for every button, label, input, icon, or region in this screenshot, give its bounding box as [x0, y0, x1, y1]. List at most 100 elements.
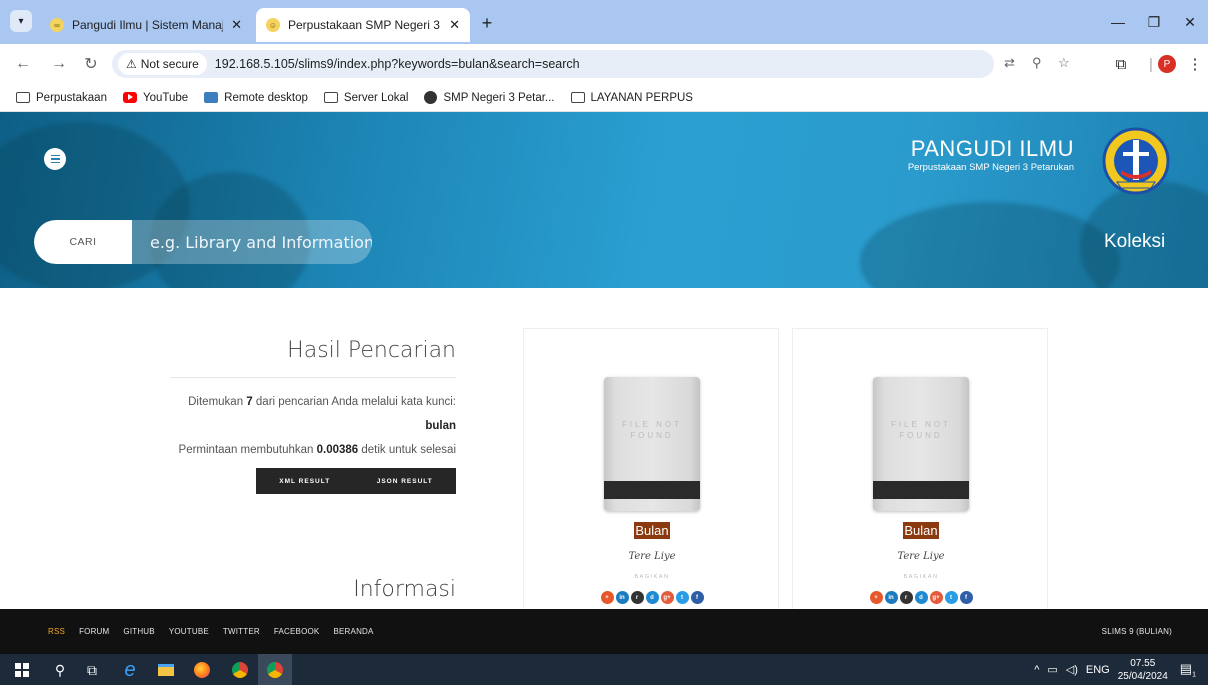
- remote-desktop-icon: [204, 92, 219, 103]
- network-icon[interactable]: ▭: [1047, 663, 1057, 676]
- browser-toolbar: ← → ↻ ⚠ Not secure 192.168.5.105/slims9/…: [0, 44, 1208, 84]
- json-result-button[interactable]: JSON RESULT: [377, 478, 433, 485]
- browser-tab-2[interactable]: ☺ Perpustakaan SMP Negeri 3 Pe ✕: [256, 8, 470, 42]
- facebook-icon[interactable]: f: [690, 591, 704, 604]
- profile-avatar[interactable]: P: [1158, 55, 1176, 73]
- search-icon[interactable]: ⚲: [48, 658, 72, 682]
- reload-icon[interactable]: ↻: [80, 53, 102, 75]
- bookmark-layanan-perpus[interactable]: LAYANAN PERPUS: [570, 92, 693, 104]
- task-view-icon[interactable]: ⧉: [80, 658, 104, 682]
- folder-icon: [570, 92, 585, 103]
- tab-title: Pangudi Ilmu | Sistem Manajen: [72, 18, 224, 32]
- footer-link-youtube[interactable]: YOUTUBE: [169, 627, 209, 636]
- tab-search-button[interactable]: ▾: [10, 10, 32, 32]
- book-cover[interactable]: FILE NOT FOUND: [873, 377, 969, 511]
- footer-link-forum[interactable]: FORUM: [79, 627, 109, 636]
- kebab-menu-icon[interactable]: ⋮: [1184, 53, 1206, 75]
- language-indicator[interactable]: ENG: [1086, 664, 1110, 676]
- bookmark-star-icon[interactable]: ☆: [1058, 55, 1070, 71]
- reddit-icon[interactable]: r: [630, 591, 644, 604]
- linkedin-icon[interactable]: in: [884, 591, 898, 604]
- warning-icon: ⚠: [126, 57, 137, 71]
- chevron-up-icon[interactable]: ^: [1034, 664, 1039, 676]
- footer-link-twitter[interactable]: TWITTER: [223, 627, 260, 636]
- address-bar[interactable]: ⚠ Not secure 192.168.5.105/slims9/index.…: [112, 50, 1070, 78]
- linkedin-icon[interactable]: in: [615, 591, 629, 604]
- site-favicon-icon: ∞: [50, 18, 64, 32]
- book-title[interactable]: Bulan: [903, 522, 939, 539]
- folder-icon: [16, 92, 30, 103]
- query-time-text: Permintaan membutuhkan 0.00386 detik unt…: [178, 444, 456, 456]
- restore-icon[interactable]: ❐: [1142, 10, 1166, 34]
- library-title[interactable]: PANGUDI ILMU: [911, 136, 1074, 162]
- volume-icon[interactable]: ◁): [1066, 663, 1078, 676]
- twitter-icon[interactable]: t: [675, 591, 689, 604]
- book-author[interactable]: Tere Liye: [793, 551, 1049, 562]
- book-card[interactable]: FILE NOT FOUND Bulan Tere Liye BAGIKAN + …: [792, 328, 1048, 618]
- bookmark-perpustakaan[interactable]: Perpustakaan: [16, 92, 107, 104]
- zoom-icon[interactable]: ⚲: [1032, 55, 1042, 71]
- slims-version: SLIMS 9 (BULIAN): [1101, 627, 1172, 636]
- security-chip[interactable]: ⚠ Not secure: [118, 53, 207, 75]
- clock[interactable]: 07.55 25/04/2024: [1118, 657, 1168, 683]
- xml-result-button[interactable]: XML RESULT: [279, 478, 330, 485]
- search-input[interactable]: [132, 220, 372, 264]
- chevron-down-icon: ▾: [18, 15, 24, 27]
- internet-explorer-icon[interactable]: e: [118, 658, 142, 682]
- menu-button[interactable]: [44, 148, 66, 170]
- collection-link[interactable]: Koleksi: [1104, 231, 1165, 253]
- google-plus-icon[interactable]: g+: [660, 591, 674, 604]
- search-label: CARI: [34, 220, 132, 264]
- query-time-value: 0.00386: [316, 444, 359, 456]
- security-label: Not secure: [140, 57, 199, 71]
- chrome-icon[interactable]: [228, 658, 252, 682]
- url-text[interactable]: 192.168.5.105/slims9/index.php?keywords=…: [215, 57, 580, 71]
- footer-link-github[interactable]: GITHUB: [123, 627, 154, 636]
- close-tab-icon[interactable]: ✕: [231, 17, 242, 33]
- browser-tab-1[interactable]: ∞ Pangudi Ilmu | Sistem Manajen ✕: [40, 8, 252, 42]
- book-cover[interactable]: FILE NOT FOUND: [604, 377, 700, 511]
- tab-title: Perpustakaan SMP Negeri 3 Pe: [288, 18, 442, 32]
- book-card[interactable]: FILE NOT FOUND Bulan Tere Liye BAGIKAN + …: [523, 328, 779, 618]
- globe-icon: [424, 91, 438, 104]
- translate-icon[interactable]: ⇄: [1004, 55, 1015, 71]
- footer-link-beranda[interactable]: BERANDA: [333, 627, 373, 636]
- browser-tab-strip: ▾ ∞ Pangudi Ilmu | Sistem Manajen ✕ ☺ Pe…: [0, 0, 1208, 44]
- library-subtitle: Perpustakaan SMP Negeri 3 Petarukan: [907, 162, 1074, 173]
- notification-icon[interactable]: ▤1: [1180, 661, 1196, 679]
- chrome-profile-icon[interactable]: [258, 654, 292, 685]
- delicious-icon[interactable]: d: [645, 591, 659, 604]
- close-window-icon[interactable]: ✕: [1178, 10, 1202, 34]
- footer-link-facebook[interactable]: FACEBOOK: [274, 627, 320, 636]
- extensions-icon[interactable]: ⧉: [1110, 53, 1132, 75]
- windows-taskbar: ⚲ ⧉ e ^ ▭ ◁) ENG 07.55 25/04/2024 ▤1: [0, 654, 1208, 685]
- book-title[interactable]: Bulan: [634, 522, 670, 539]
- close-tab-icon[interactable]: ✕: [449, 17, 460, 33]
- share-label: BAGIKAN: [634, 574, 670, 580]
- clock-date: 25/04/2024: [1117, 670, 1168, 682]
- back-icon[interactable]: ←: [12, 53, 34, 75]
- bookmark-remote-desktop[interactable]: Remote desktop: [204, 92, 308, 104]
- forward-icon[interactable]: →: [48, 53, 70, 75]
- notification-count: 1: [1192, 671, 1196, 679]
- share-generic-icon[interactable]: +: [869, 591, 883, 604]
- site-favicon-icon: ☺: [266, 18, 280, 32]
- bookmark-smp-negeri[interactable]: SMP Negeri 3 Petar...: [424, 91, 555, 104]
- new-tab-button[interactable]: +: [476, 12, 498, 34]
- bookmark-youtube[interactable]: YouTube: [122, 92, 188, 104]
- reddit-icon[interactable]: r: [899, 591, 913, 604]
- twitter-icon[interactable]: t: [944, 591, 958, 604]
- file-explorer-icon[interactable]: [154, 658, 178, 682]
- minimize-icon[interactable]: —: [1106, 10, 1130, 34]
- system-tray: ^ ▭ ◁) ENG 07.55 25/04/2024 ▤1: [1034, 654, 1196, 685]
- bookmark-server-lokal[interactable]: Server Lokal: [323, 92, 408, 104]
- firefox-icon[interactable]: [190, 658, 214, 682]
- footer-link-rss[interactable]: RSS: [48, 627, 65, 636]
- share-generic-icon[interactable]: +: [600, 591, 614, 604]
- book-author[interactable]: Tere Liye: [524, 551, 780, 562]
- google-plus-icon[interactable]: g+: [929, 591, 943, 604]
- windows-start-icon[interactable]: [10, 658, 34, 682]
- folder-icon: [323, 92, 338, 103]
- facebook-icon[interactable]: f: [959, 591, 973, 604]
- delicious-icon[interactable]: d: [914, 591, 928, 604]
